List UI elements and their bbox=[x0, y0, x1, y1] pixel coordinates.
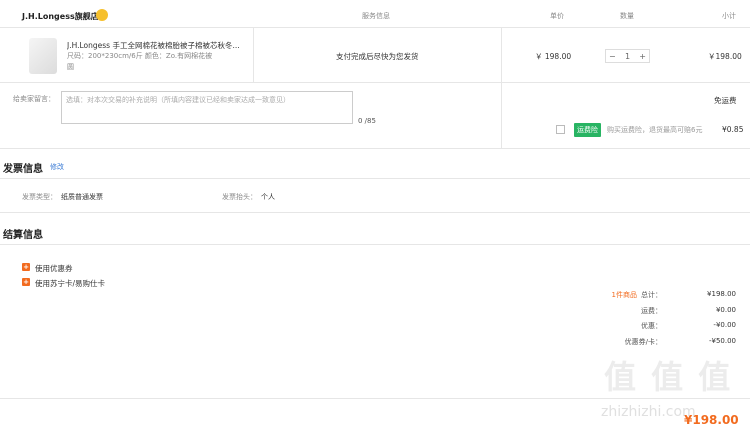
site-watermark-url: zhizhizhi.com bbox=[601, 404, 696, 420]
site-watermark: 值 值 值 bbox=[604, 358, 733, 396]
crown-icon bbox=[96, 9, 108, 21]
coupon-label: 优惠券/卡： bbox=[624, 338, 662, 346]
col-price-header: 单价 bbox=[550, 12, 564, 20]
section-divider bbox=[0, 244, 750, 245]
unit-price: ￥ 198.00 bbox=[535, 52, 572, 61]
section-divider bbox=[0, 178, 750, 179]
item-subtotal: ￥198.00 bbox=[708, 52, 742, 61]
service-info: 支付完成后尽快为您发货 bbox=[336, 52, 419, 61]
col-subtotal-header: 小计 bbox=[722, 12, 736, 20]
shipping-insurance-note: 购买运费险，退货最高可赔6元 bbox=[607, 126, 703, 134]
use-card-link[interactable]: 使用苏宁卡/易购仕卡 bbox=[35, 278, 105, 289]
free-shipping-label: 免运费 bbox=[714, 96, 737, 105]
invoice-type-value: 纸质普通发票 bbox=[61, 193, 103, 201]
product-spec-extra: 圆 bbox=[67, 63, 74, 71]
qty-minus-button[interactable]: − bbox=[609, 52, 616, 61]
invoice-title: 发票信息 bbox=[3, 164, 43, 175]
message-label: 给卖家留言： bbox=[13, 95, 55, 103]
total-label: 总计： bbox=[641, 291, 662, 299]
coupon-value: -¥50.00 bbox=[708, 337, 736, 345]
shipping-insurance-badge: 运费险 bbox=[574, 123, 601, 137]
shop-name[interactable]: J.H.Longess旗舰店 bbox=[22, 11, 99, 22]
invoice-head-value: 个人 bbox=[261, 193, 275, 201]
row-divider bbox=[253, 28, 254, 82]
summary-total-label: 1件商品 总计： bbox=[560, 290, 662, 300]
product-name[interactable]: J.H.Longess 手工全网棉花被棉胎被子棉被芯秋冬... bbox=[67, 40, 247, 51]
message-char-count: 0 /85 bbox=[358, 117, 376, 125]
row-divider bbox=[501, 28, 502, 148]
discount-value: -¥0.00 bbox=[713, 321, 736, 329]
invoice-type-label: 发票类型： bbox=[22, 193, 57, 201]
qty-plus-button[interactable]: + bbox=[639, 52, 646, 61]
items-count: 1件商品 bbox=[611, 291, 637, 299]
section-divider bbox=[0, 148, 750, 149]
product-thumbnail[interactable] bbox=[29, 38, 57, 74]
plus-icon[interactable]: + bbox=[22, 263, 30, 271]
invoice-edit-link[interactable]: 修改 bbox=[50, 162, 64, 172]
shipping-insurance-price: ¥0.85 bbox=[722, 125, 744, 134]
section-divider bbox=[0, 212, 750, 213]
col-service-header: 服务信息 bbox=[362, 12, 390, 20]
message-input[interactable]: 选填：对本次交易的补充说明（所填内容建议已经和卖家达成一致意见） bbox=[61, 91, 353, 124]
settlement-title: 结算信息 bbox=[3, 230, 43, 241]
freight-label: 运费： bbox=[641, 307, 662, 315]
use-coupon-link[interactable]: 使用优惠券 bbox=[35, 263, 73, 274]
total-value: ¥198.00 bbox=[707, 290, 736, 298]
freight-value: ¥0.00 bbox=[715, 306, 736, 314]
row-divider bbox=[0, 82, 750, 83]
invoice-head-label: 发票抬头： bbox=[222, 193, 257, 201]
header-divider bbox=[0, 27, 750, 28]
section-divider bbox=[0, 398, 750, 399]
col-qty-header: 数量 bbox=[620, 12, 634, 20]
quantity-stepper[interactable]: − 1 + bbox=[605, 49, 650, 63]
discount-label: 优惠： bbox=[641, 322, 662, 330]
shipping-insurance-checkbox[interactable] bbox=[556, 125, 565, 134]
qty-value[interactable]: 1 bbox=[625, 52, 630, 61]
product-spec: 尺码：200*230cm/6斤 颜色：Zo.有网棉花被 bbox=[67, 52, 213, 60]
plus-icon[interactable]: + bbox=[22, 278, 30, 286]
